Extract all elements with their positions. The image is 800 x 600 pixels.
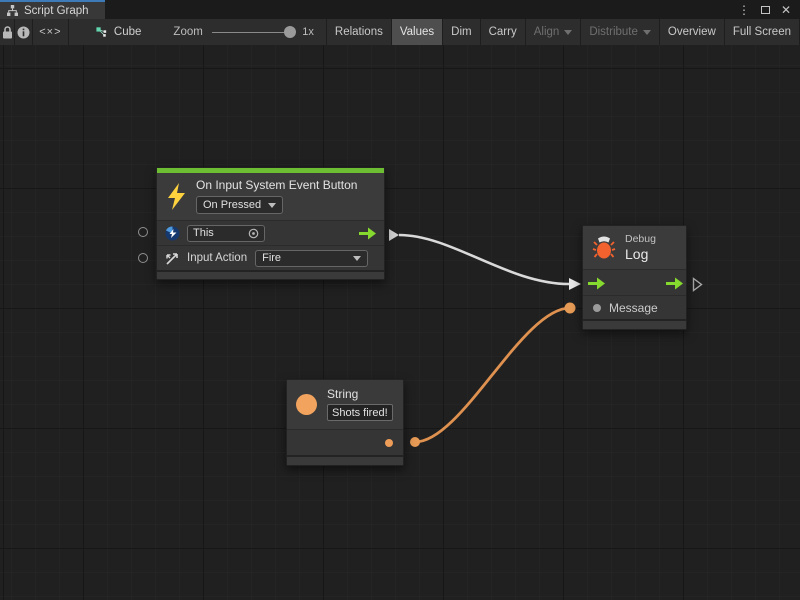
code-preview-button[interactable]: <×> (33, 19, 69, 45)
input-action-input-port[interactable] (138, 253, 148, 263)
bug-icon (592, 236, 616, 260)
value-wire[interactable] (415, 308, 570, 442)
this-input-port[interactable] (138, 227, 148, 237)
string-node-output-row (287, 429, 403, 455)
visual-scripting-window: Script Graph ⋮ ✕ <×> (0, 0, 800, 600)
lock-button[interactable] (0, 19, 15, 45)
info-icon (17, 26, 30, 39)
values-button[interactable]: Values (392, 19, 443, 45)
chevron-down-icon (564, 30, 572, 35)
debug-node-flow-row (583, 269, 686, 295)
overview-button[interactable]: Overview (660, 19, 725, 45)
event-node-input-action-row: Input Action Fire (157, 245, 384, 270)
zoom-slider-handle[interactable] (284, 26, 296, 38)
zoom-label: Zoom (173, 26, 202, 38)
graph-context-section: Cube Zoom 1x (69, 19, 327, 45)
node-debug-log[interactable]: Debug Log Message (582, 225, 687, 330)
node-on-input-system-event-button[interactable]: On Input System Event Button On Pressed … (156, 167, 385, 280)
tab-label: Script Graph (24, 5, 89, 17)
event-node-header[interactable]: On Input System Event Button On Pressed (157, 173, 384, 220)
control-flow-wire[interactable] (399, 235, 569, 284)
info-button[interactable] (15, 19, 33, 45)
object-picker-icon[interactable] (248, 228, 259, 239)
string-node-header[interactable]: String Shots fired! (287, 380, 403, 429)
wire-end-arrowhead[interactable] (569, 278, 581, 290)
trigger-output-port[interactable] (359, 227, 376, 240)
graph-owner-label[interactable]: Cube (114, 26, 142, 38)
wire-start-triangle[interactable] (389, 229, 399, 241)
align-button[interactable]: Align (526, 19, 582, 45)
maximize-icon[interactable] (761, 6, 770, 14)
self-target-icon (165, 226, 180, 241)
event-node-footer[interactable] (157, 270, 384, 279)
lightning-bolt-icon (166, 183, 187, 210)
debug-node-name: Log (625, 246, 656, 262)
fullscreen-button[interactable]: Full Screen (725, 19, 800, 45)
string-type-icon (296, 394, 317, 415)
event-node-title: On Input System Event Button (196, 178, 357, 192)
node-string-literal[interactable]: String Shots fired! (286, 379, 404, 466)
window-menu-icon[interactable]: ⋮ (738, 4, 750, 16)
tab-script-graph[interactable]: Script Graph (0, 0, 105, 19)
input-action-icon (165, 251, 180, 266)
zoom-value: 1x (302, 26, 314, 38)
dim-button[interactable]: Dim (443, 19, 480, 45)
title-bar: Script Graph ⋮ ✕ (0, 0, 800, 19)
trigger-input-port[interactable] (588, 277, 605, 290)
close-icon[interactable]: ✕ (781, 4, 791, 16)
zoom-slider[interactable] (212, 32, 293, 33)
input-action-label: Input Action (187, 252, 247, 264)
carry-button[interactable]: Carry (481, 19, 526, 45)
this-object-field[interactable]: This (187, 225, 265, 242)
debug-node-footer[interactable] (583, 319, 686, 329)
script-graph-asset-icon (96, 26, 107, 38)
relations-button[interactable]: Relations (327, 19, 392, 45)
value-wire-start-dot[interactable] (410, 437, 420, 447)
window-controls: ⋮ ✕ (738, 0, 800, 19)
string-node-footer[interactable] (287, 455, 403, 465)
lock-icon (2, 26, 13, 39)
string-value-field[interactable]: Shots fired! (327, 404, 393, 421)
message-input-port[interactable] (593, 304, 601, 312)
graph-hierarchy-icon (7, 5, 18, 16)
string-node-title: String (327, 387, 393, 401)
event-type-dropdown[interactable]: On Pressed (196, 196, 283, 214)
flow-continuation-triangle[interactable] (692, 277, 703, 292)
string-output-port[interactable] (385, 439, 393, 447)
input-action-dropdown[interactable]: Fire (255, 250, 368, 267)
code-icon: <×> (39, 26, 61, 38)
graph-toolbar: <×> Cube Zoom 1x Relations Values Dim Ca… (0, 19, 800, 45)
message-label: Message (609, 301, 658, 315)
value-wire-end-dot[interactable] (565, 303, 576, 314)
debug-node-message-row: Message (583, 295, 686, 319)
chevron-down-icon (268, 203, 276, 208)
debug-node-header[interactable]: Debug Log (583, 226, 686, 269)
chevron-down-icon (353, 256, 361, 261)
graph-canvas[interactable]: On Input System Event Button On Pressed … (0, 45, 800, 600)
trigger-output-port[interactable] (666, 277, 683, 290)
chevron-down-icon (643, 30, 651, 35)
debug-node-category: Debug (625, 233, 656, 245)
toolbar-buttons: Relations Values Dim Carry Align Distrib… (327, 19, 800, 45)
distribute-button[interactable]: Distribute (581, 19, 660, 45)
event-node-this-row: This (157, 220, 384, 245)
